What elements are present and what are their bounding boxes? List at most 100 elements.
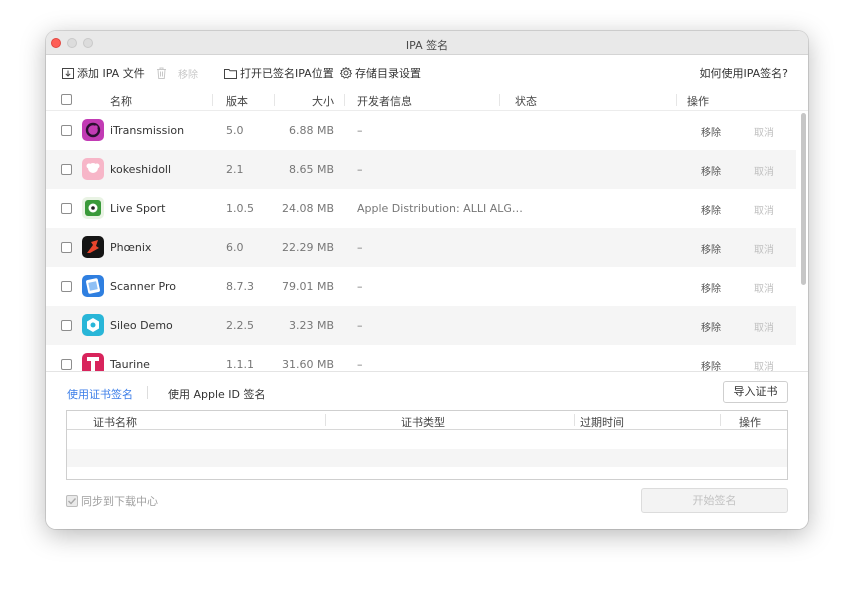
row-cancel-button[interactable]: 取消 — [754, 319, 774, 334]
cert-header-type: 证书类型 — [401, 416, 445, 429]
tab-apple-id-sign[interactable]: 使用 Apple ID 签名 — [168, 386, 266, 402]
app-version: 2.1 — [226, 163, 244, 176]
app-developer: Apple Distribution: ALLI ALG… — [357, 202, 523, 215]
row-checkbox[interactable] — [61, 164, 72, 175]
signing-panel: 使用证书签名 使用 Apple ID 签名 导入证书 证书名称 证书类型 过期时… — [46, 371, 808, 529]
row-remove-button[interactable]: 移除 — [701, 358, 721, 371]
taurine-icon — [82, 353, 104, 371]
header-size[interactable]: 大小 — [276, 93, 334, 109]
table-row[interactable]: Taurine 1.1.1 31.60 MB – 移除 取消 — [46, 345, 796, 371]
app-version: 1.0.5 — [226, 202, 254, 215]
app-developer: – — [357, 358, 363, 371]
row-remove-button[interactable]: 移除 — [701, 124, 721, 139]
itransmission-icon — [82, 119, 104, 141]
list-header: 名称 版本 大小 开发者信息 状态 操作 — [46, 89, 808, 111]
row-checkbox[interactable] — [61, 281, 72, 292]
app-size: 22.29 MB — [281, 241, 334, 254]
header-divider — [344, 94, 345, 106]
app-size: 31.60 MB — [281, 358, 334, 371]
header-action: 操作 — [687, 95, 709, 108]
select-all-checkbox[interactable] — [61, 94, 72, 105]
app-developer: – — [357, 163, 363, 176]
header-version[interactable]: 版本 — [226, 93, 248, 109]
kokeshidoll-icon — [82, 158, 104, 180]
row-checkbox[interactable] — [61, 359, 72, 370]
row-cancel-button[interactable]: 取消 — [754, 124, 774, 139]
app-size: 79.01 MB — [281, 280, 334, 293]
check-icon — [68, 498, 77, 505]
app-developer: – — [357, 124, 363, 137]
cert-header-expiry: 过期时间 — [580, 416, 624, 429]
tab-divider — [147, 386, 148, 399]
app-developer: – — [357, 280, 363, 293]
row-remove-button[interactable]: 移除 — [701, 163, 721, 178]
row-checkbox[interactable] — [61, 320, 72, 331]
app-size: 6.88 MB — [288, 124, 334, 137]
app-name: iTransmission — [110, 124, 185, 137]
row-remove-button[interactable]: 移除 — [701, 280, 721, 295]
header-divider — [720, 414, 721, 426]
folder-icon — [224, 68, 237, 79]
window-title: IPA 签名 — [405, 39, 449, 52]
cert-row-empty — [67, 449, 787, 467]
app-name: Sileo Demo — [110, 319, 173, 332]
table-row[interactable]: iTransmission 5.0 6.88 MB – 移除 取消 — [46, 111, 796, 150]
row-cancel-button[interactable]: 取消 — [754, 280, 774, 295]
row-checkbox[interactable] — [61, 125, 72, 136]
remove-label: 移除 — [178, 69, 198, 81]
tab-cert-sign[interactable]: 使用证书签名 — [67, 386, 133, 402]
row-checkbox[interactable] — [61, 203, 72, 214]
app-version: 8.7.3 — [226, 280, 254, 293]
add-ipa-button[interactable]: 添加 IPA 文件 — [62, 65, 145, 81]
app-developer: – — [357, 241, 363, 254]
remove-button[interactable]: 移除 — [156, 65, 198, 81]
row-checkbox[interactable] — [61, 242, 72, 253]
header-divider — [574, 414, 575, 426]
cert-table: 证书名称 证书类型 过期时间 操作 — [66, 410, 788, 480]
row-cancel-button[interactable]: 取消 — [754, 202, 774, 217]
row-remove-button[interactable]: 移除 — [701, 241, 721, 256]
app-version: 6.0 — [226, 241, 244, 254]
sync-download-center-option[interactable]: 同步到下载中心 — [66, 493, 158, 509]
app-name: Live Sport — [110, 202, 166, 215]
open-signed-location-button[interactable]: 打开已签名IPA位置 — [224, 65, 334, 81]
live-sport-icon — [82, 197, 104, 219]
list-scrollbar[interactable] — [801, 113, 806, 285]
sync-label: 同步到下载中心 — [81, 495, 158, 508]
start-sign-button[interactable]: 开始签名 — [641, 488, 788, 513]
table-row[interactable]: Live Sport 1.0.5 24.08 MB Apple Distribu… — [46, 189, 796, 228]
sync-checkbox[interactable] — [66, 495, 78, 507]
app-name: Taurine — [110, 358, 150, 371]
row-remove-button[interactable]: 移除 — [701, 319, 721, 334]
scanner-pro-icon — [82, 275, 104, 297]
header-divider — [676, 94, 677, 106]
storage-settings-label: 存储目录设置 — [355, 67, 421, 80]
app-size: 8.65 MB — [288, 163, 334, 176]
table-row[interactable]: Phœnix 6.0 22.29 MB – 移除 取消 — [46, 228, 796, 267]
row-cancel-button[interactable]: 取消 — [754, 241, 774, 256]
table-row[interactable]: Sileo Demo 2.2.5 3.23 MB – 移除 取消 — [46, 306, 796, 345]
import-cert-button[interactable]: 导入证书 — [723, 381, 788, 403]
row-remove-button[interactable]: 移除 — [701, 202, 721, 217]
trash-icon — [157, 67, 166, 79]
storage-settings-button[interactable]: 存储目录设置 — [340, 65, 421, 81]
open-location-label: 打开已签名IPA位置 — [240, 67, 334, 80]
app-size: 24.08 MB — [281, 202, 334, 215]
header-divider — [274, 94, 275, 106]
app-name: kokeshidoll — [110, 163, 172, 176]
header-divider — [499, 94, 500, 106]
help-link[interactable]: 如何使用IPA签名? — [699, 65, 788, 81]
table-row[interactable]: kokeshidoll 2.1 8.65 MB – 移除 取消 — [46, 150, 796, 189]
table-row[interactable]: Scanner Pro 8.7.3 79.01 MB – 移除 取消 — [46, 267, 796, 306]
row-cancel-button[interactable]: 取消 — [754, 163, 774, 178]
app-version: 5.0 — [226, 124, 244, 137]
header-name[interactable]: 名称 — [110, 93, 132, 109]
app-version: 2.2.5 — [226, 319, 254, 332]
title-bar: IPA 签名 — [46, 31, 808, 55]
row-cancel-button[interactable]: 取消 — [754, 358, 774, 371]
header-developer[interactable]: 开发者信息 — [357, 93, 412, 109]
header-status[interactable]: 状态 — [515, 93, 537, 109]
sileo-icon — [82, 314, 104, 336]
cert-table-header: 证书名称 证书类型 过期时间 操作 — [67, 411, 787, 430]
app-name: Scanner Pro — [110, 280, 176, 293]
